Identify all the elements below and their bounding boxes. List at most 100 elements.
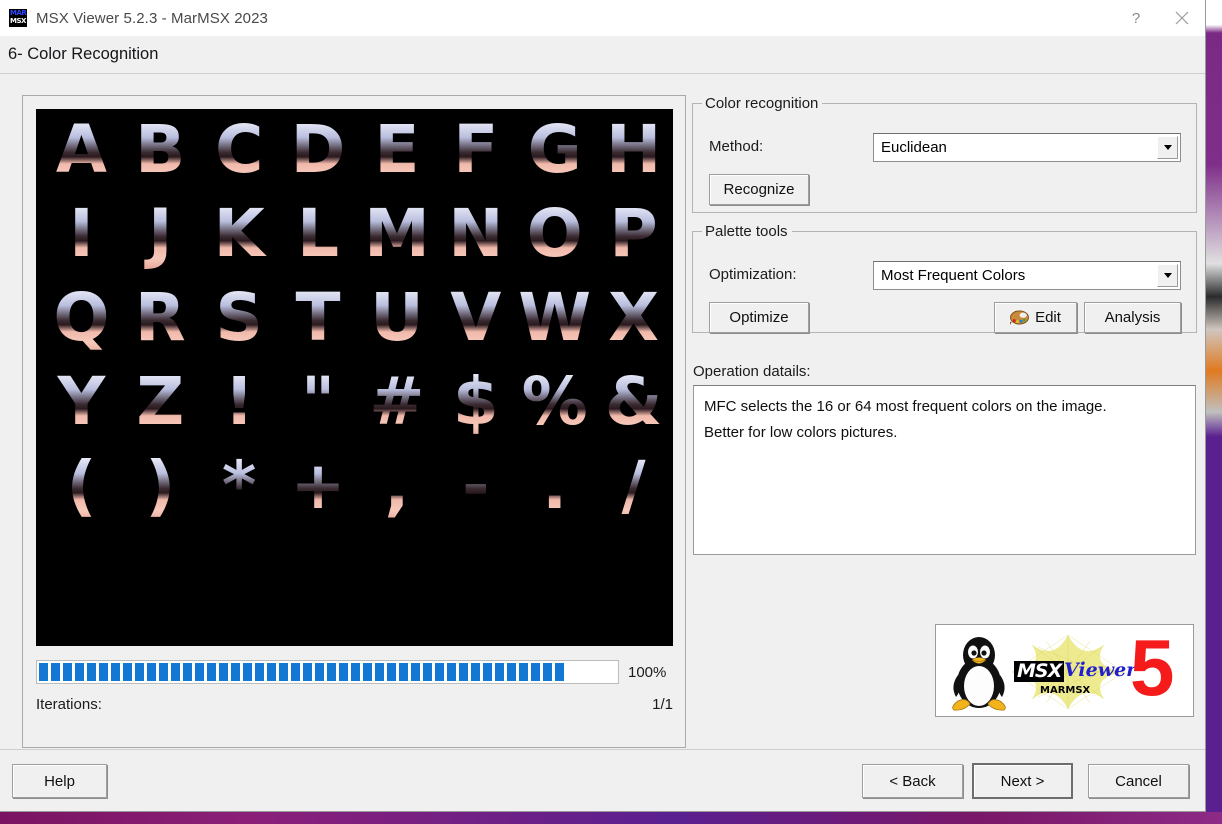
chevron-down-icon[interactable] xyxy=(1157,264,1178,287)
progress-segment xyxy=(255,663,264,681)
help-button[interactable]: Help xyxy=(12,764,107,798)
preview-glyph: B xyxy=(121,111,200,199)
progress-segment xyxy=(207,663,216,681)
progress-segment xyxy=(387,663,396,681)
operation-details-line-1: MFC selects the 16 or 64 most frequent c… xyxy=(704,398,1107,415)
progress-segment xyxy=(399,663,408,681)
edit-button-label: Edit xyxy=(1035,309,1061,326)
preview-glyph: E xyxy=(358,111,437,199)
progress-segment xyxy=(231,663,240,681)
app-icon-line2: MSX xyxy=(10,17,26,25)
analysis-button[interactable]: Analysis xyxy=(1084,302,1181,333)
preview-glyph: T xyxy=(279,279,358,367)
next-button[interactable]: Next > xyxy=(972,763,1073,799)
preview-glyph: P xyxy=(594,195,673,283)
progress-segment xyxy=(327,663,336,681)
progress-segment xyxy=(195,663,204,681)
progress-segment xyxy=(351,663,360,681)
progress-segment xyxy=(135,663,144,681)
progress-segment xyxy=(519,663,528,681)
preview-glyph: - xyxy=(436,447,515,535)
application-window: MAR MSX MSX Viewer 5.2.3 - MarMSX 2023 ?… xyxy=(0,0,1206,812)
progress-segment xyxy=(99,663,108,681)
preview-glyph: / xyxy=(594,447,673,535)
preview-glyph: Y xyxy=(42,363,121,451)
viewer-word: Viewer xyxy=(1064,659,1137,681)
preview-glyph-row: Y Z! " # $% & xyxy=(36,363,673,451)
desktop-background: MAR MSX MSX Viewer 5.2.3 - MarMSX 2023 ?… xyxy=(0,0,1222,824)
preview-glyph: V xyxy=(436,279,515,367)
chevron-down-icon[interactable] xyxy=(1157,136,1178,159)
optimize-button-label: Optimize xyxy=(729,309,789,326)
preview-glyph: ) xyxy=(121,447,200,535)
preview-glyph: M xyxy=(358,195,437,283)
progress-segment xyxy=(459,663,468,681)
method-select[interactable]: Euclidean xyxy=(873,133,1181,162)
preview-glyph: & xyxy=(594,363,673,451)
progress-percent-label: 100% xyxy=(628,663,667,681)
progress-segment xyxy=(375,663,384,681)
image-preview[interactable]: ABCDEFGH IJKLMNOP QRSTUVWX Y Z! " # $% & () * +… xyxy=(36,109,673,646)
cancel-button-label: Cancel xyxy=(1115,772,1162,790)
preview-glyph: D xyxy=(279,111,358,199)
progress-segment xyxy=(63,663,72,681)
optimization-label: Optimization: xyxy=(709,266,797,283)
edit-button[interactable]: Edit xyxy=(994,302,1077,333)
operation-details-label: Operation datails: xyxy=(693,363,811,380)
progress-segment xyxy=(279,663,288,681)
progress-segment xyxy=(243,663,252,681)
optimization-select[interactable]: Most Frequent Colors xyxy=(873,261,1181,290)
msx-word: MSX xyxy=(1014,661,1065,682)
optimization-label-row: Optimization: xyxy=(709,266,797,283)
progress-segment xyxy=(303,663,312,681)
wizard-footer: Help < Back Next > Cancel xyxy=(0,749,1205,811)
progress-segment xyxy=(123,663,132,681)
preview-glyph: I xyxy=(42,195,121,283)
progress-segment xyxy=(543,663,552,681)
progress-segment xyxy=(495,663,504,681)
color-recognition-legend: Color recognition xyxy=(705,95,819,112)
preview-glyph: N xyxy=(436,195,515,283)
preview-glyph-row: ABCDEFGH xyxy=(36,111,673,199)
palette-tools-group: Palette tools Optimization: Most Frequen… xyxy=(692,223,1197,333)
preview-glyph-row: IJKLMNOP xyxy=(36,195,673,283)
help-titlebar-button[interactable]: ? xyxy=(1113,0,1159,36)
progress-segment xyxy=(147,663,156,681)
operation-details-textbox[interactable]: MFC selects the 16 or 64 most frequent c… xyxy=(693,385,1196,555)
iterations-row: Iterations: 1/1 xyxy=(36,696,673,713)
title-bar: MAR MSX MSX Viewer 5.2.3 - MarMSX 2023 ? xyxy=(0,0,1205,36)
method-label: Method: xyxy=(709,138,764,155)
progress-segment xyxy=(411,663,420,681)
progress-segment xyxy=(423,663,432,681)
color-recognition-group: Color recognition Method: Euclidean Reco… xyxy=(692,95,1197,213)
progress-segment xyxy=(447,663,456,681)
cancel-button[interactable]: Cancel xyxy=(1088,764,1189,798)
progress-segment xyxy=(555,663,564,681)
optimize-button[interactable]: Optimize xyxy=(709,302,809,333)
progress-segment xyxy=(531,663,540,681)
marmsx-word: MARMSX xyxy=(1040,685,1091,696)
close-window-button[interactable] xyxy=(1159,0,1205,36)
back-button[interactable]: < Back xyxy=(862,764,963,798)
progress-segment xyxy=(183,663,192,681)
app-icon-line1: MAR xyxy=(10,9,27,17)
app-icon: MAR MSX xyxy=(9,9,27,27)
method-label-row: Method: xyxy=(709,138,763,155)
preview-glyph: O xyxy=(515,195,594,283)
progress-segment xyxy=(75,663,84,681)
preview-glyph: K xyxy=(200,195,279,283)
desktop-bottom-edge xyxy=(0,812,1222,824)
palette-icon xyxy=(1010,309,1030,325)
progress-bar xyxy=(36,660,619,684)
preview-glyph: " xyxy=(279,363,358,451)
progress-segment xyxy=(315,663,324,681)
linux-penguin-icon xyxy=(952,637,1006,711)
progress-segment xyxy=(51,663,60,681)
preview-glyph: W xyxy=(515,279,594,367)
progress-segment xyxy=(159,663,168,681)
preview-glyph: H xyxy=(594,111,673,199)
preview-panel: ABCDEFGH IJKLMNOP QRSTUVWX Y Z! " # $% & () * +… xyxy=(22,95,686,748)
operation-details-line-2: Better for low colors pictures. xyxy=(704,424,898,441)
recognize-button[interactable]: Recognize xyxy=(709,174,809,205)
preview-glyph: U xyxy=(358,279,437,367)
